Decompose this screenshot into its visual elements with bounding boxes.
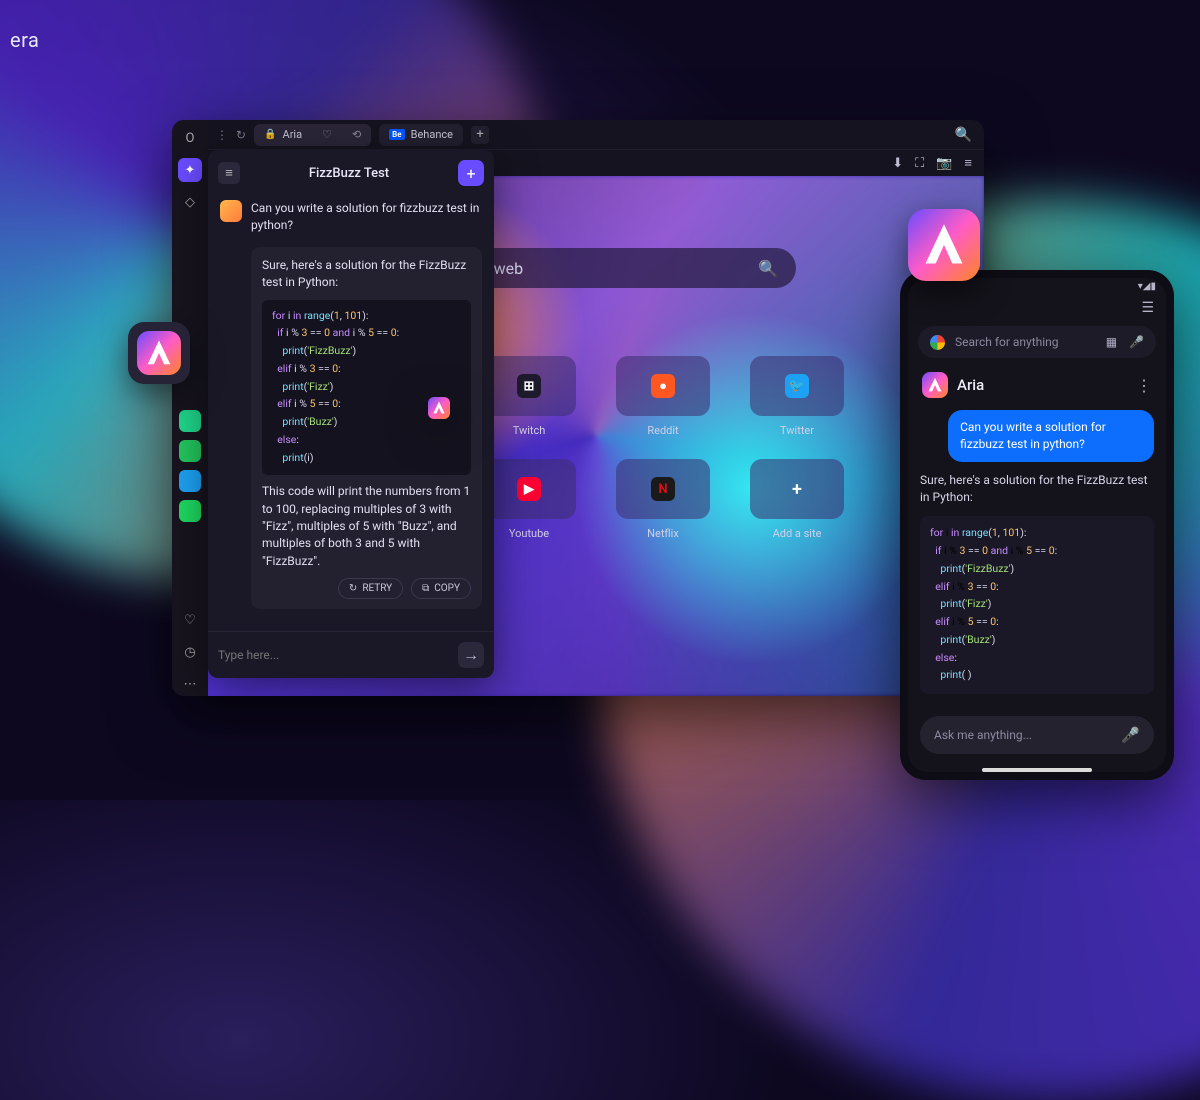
phone-user-message: Can you write a solution for fizzbuzz te… <box>948 410 1154 462</box>
tab-bar: ⋮ ↻ 🔒 Aria ♡ ⟲ Be Behance + 🔍 <box>208 120 984 150</box>
lock-icon: 🔒 <box>264 129 276 140</box>
sidebar-app-spotify[interactable] <box>179 500 201 522</box>
retry-button[interactable]: ↻RETRY <box>338 578 403 599</box>
phone-search-bar[interactable]: Search for anything ▦ 🎤 <box>918 326 1156 358</box>
aria-panel: ≡ FizzBuzz Test + Can you write a soluti… <box>208 150 494 678</box>
aria-name: Aria <box>957 376 1127 394</box>
mic-icon[interactable]: 🎤 <box>1129 335 1144 349</box>
sidebar-settings-icon[interactable]: ◇ <box>178 190 202 214</box>
phone-aria-header: Aria ⋮ <box>908 366 1166 406</box>
tab-menu-icon[interactable]: ⋮ <box>216 128 228 142</box>
more-icon[interactable]: ⋮ <box>1136 376 1152 395</box>
aria-logo-icon <box>922 372 948 398</box>
wifi-icon: ▾◢▮ <box>1138 281 1156 292</box>
new-chat-button[interactable]: + <box>458 160 484 186</box>
aria-input[interactable] <box>218 648 450 662</box>
phone-chat-body: Can you write a solution for fizzbuzz te… <box>908 406 1166 706</box>
tab-behance[interactable]: Be Behance <box>379 124 463 146</box>
code-block: for i in range(1, 101): if i % 3 == 0 an… <box>262 300 471 476</box>
tab-aria[interactable]: 🔒 Aria ♡ ⟲ <box>254 124 371 146</box>
aria-badge-right <box>905 206 983 284</box>
brand-wordmark: era <box>10 28 39 52</box>
aria-sidebar-button[interactable]: ✦ <box>178 158 202 182</box>
tile-twitter[interactable]: 🐦Twitter <box>741 356 853 437</box>
tab-label: Aria <box>283 128 303 141</box>
tile-reddit[interactable]: ●Reddit <box>607 356 719 437</box>
send-button[interactable]: → <box>458 642 484 668</box>
retry-icon: ↻ <box>349 583 357 594</box>
search-icon: 🔍 <box>758 259 778 278</box>
user-message-text: Can you write a solution for fizzbuzz te… <box>251 200 482 235</box>
aria-input-row: → <box>208 631 494 678</box>
aria-message: Sure, here's a solution for the FizzBuzz… <box>220 247 482 609</box>
tab-heart-icon[interactable]: ♡ <box>322 128 332 141</box>
google-icon <box>930 335 945 350</box>
phone-input-area: Ask me anything... 🎤 <box>908 706 1166 768</box>
opera-menu-icon[interactable]: O <box>178 126 202 150</box>
sidebar-app-twitter[interactable] <box>179 470 201 492</box>
tabbar-search-icon[interactable]: 🔍 <box>955 127 976 143</box>
phone-code-block: for i in range(1, 101): if i % 3 == 0 an… <box>920 516 1154 694</box>
aria-panel-title: FizzBuzz Test <box>250 166 448 181</box>
copy-button[interactable]: ⧉COPY <box>411 578 471 599</box>
sidebar-app-messenger[interactable] <box>179 410 201 432</box>
aria-panel-header: ≡ FizzBuzz Test + <box>208 150 494 194</box>
hamburger-icon[interactable]: ≡ <box>218 162 240 184</box>
phone-home-indicator[interactable] <box>982 768 1092 772</box>
aria-chat-body: Can you write a solution for fizzbuzz te… <box>208 194 494 631</box>
tile-netflix[interactable]: NNetflix <box>607 459 719 540</box>
sidebar-app-whatsapp[interactable] <box>179 440 201 462</box>
phone-search-placeholder: Search for anything <box>955 335 1059 349</box>
aria-reply-intro: Sure, here's a solution for the FizzBuzz… <box>262 257 471 292</box>
crop-icon[interactable]: ⛶ <box>915 156 924 171</box>
aria-logo-icon <box>137 331 181 375</box>
behance-icon: Be <box>389 129 404 140</box>
aria-badge-left <box>128 322 190 384</box>
user-avatar <box>220 200 242 222</box>
history-icon[interactable]: ◷ <box>178 640 202 664</box>
reload-icon[interactable]: ↻ <box>236 128 246 142</box>
mic-icon[interactable]: 🎤 <box>1121 726 1140 744</box>
phone-input-placeholder: Ask me anything... <box>934 728 1032 742</box>
aria-reply-outro: This code will print the numbers from 1 … <box>262 483 471 570</box>
heart-icon[interactable]: ♡ <box>178 608 202 632</box>
tab-label: Behance <box>411 128 453 141</box>
aria-avatar-icon <box>428 397 450 419</box>
browser-sidebar: O ✦ ◇ ♡ ◷ ⋯ <box>172 120 208 696</box>
lens-icon[interactable]: ▦ <box>1106 335 1117 349</box>
download-icon[interactable]: ⬇ <box>892 156 903 171</box>
tab-pin-icon[interactable]: ⟲ <box>352 128 361 141</box>
tile-add-site[interactable]: +Add a site <box>741 459 853 540</box>
menu-icon[interactable]: ≡ <box>964 155 972 171</box>
more-icon[interactable]: ⋯ <box>178 672 202 696</box>
phone-input[interactable]: Ask me anything... 🎤 <box>920 716 1154 754</box>
phone-reply-intro: Sure, here's a solution for the FizzBuzz… <box>920 472 1154 507</box>
aria-logo-icon <box>908 209 980 281</box>
camera-icon[interactable]: 📷 <box>936 156 952 171</box>
user-message: Can you write a solution for fizzbuzz te… <box>220 200 482 235</box>
tune-icon[interactable]: ☰ <box>1141 300 1154 316</box>
phone-action-bar: ☰ <box>908 294 1166 322</box>
copy-icon: ⧉ <box>422 583 429 594</box>
new-tab-button[interactable]: + <box>471 126 489 144</box>
phone-mockup: ▾◢▮ ☰ Search for anything ▦ 🎤 Aria ⋮ Can … <box>900 270 1174 780</box>
